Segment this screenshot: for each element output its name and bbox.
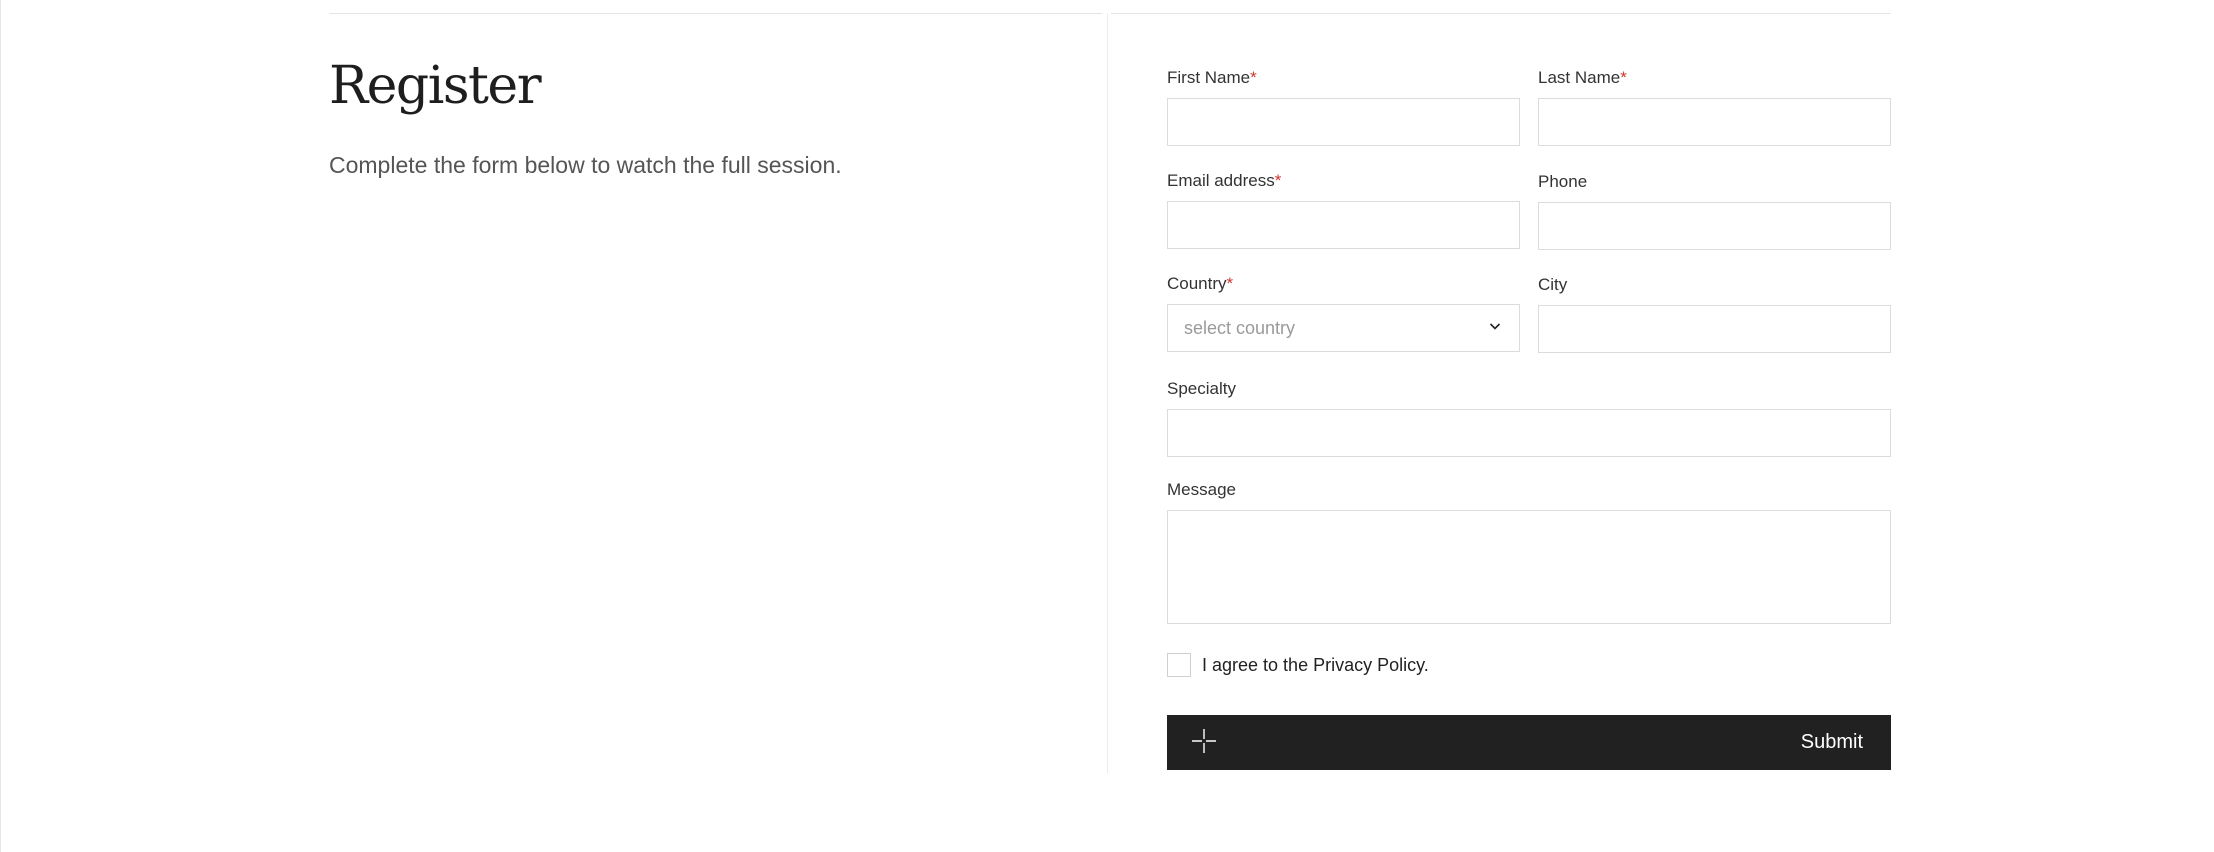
required-marker: * [1250, 68, 1257, 87]
message-label: Message [1167, 480, 1236, 499]
required-marker: * [1620, 68, 1627, 87]
last-name-input[interactable] [1538, 98, 1891, 146]
register-page: Register Complete the form below to watc… [0, 0, 2214, 852]
phone-input[interactable] [1538, 202, 1891, 250]
submit-label: Submit [1800, 731, 1863, 753]
column-divider [1107, 13, 1108, 773]
page-title: Register [329, 56, 542, 116]
required-marker: * [1274, 171, 1282, 190]
chevron-down-icon [1487, 318, 1503, 339]
privacy-consent: I agree to the Privacy Policy. [1167, 653, 1429, 677]
top-divider-left [329, 13, 1102, 14]
page-subtitle: Complete the form below to watch the ful… [329, 152, 842, 178]
phone-label: Phone [1538, 172, 1588, 191]
first-name-field: First Name* [1167, 67, 1520, 146]
specialty-field: Specialty [1167, 378, 1891, 457]
submit-button[interactable]: Submit [1167, 715, 1891, 770]
city-label: City [1538, 275, 1568, 294]
specialty-label: Specialty [1167, 379, 1236, 398]
country-label: Country* [1167, 274, 1234, 293]
country-select-placeholder: select country [1184, 317, 1296, 338]
email-field: Email address* [1167, 170, 1520, 249]
privacy-checkbox[interactable] [1167, 653, 1191, 677]
crosshair-icon [1191, 728, 1217, 757]
specialty-input[interactable] [1167, 409, 1891, 457]
first-name-input[interactable] [1167, 98, 1520, 146]
last-name-label: Last Name* [1538, 68, 1627, 87]
city-field: City [1538, 274, 1891, 353]
country-select[interactable]: select country [1167, 304, 1520, 352]
privacy-consent-label: I agree to the Privacy Policy. [1202, 654, 1429, 675]
city-input[interactable] [1538, 305, 1891, 353]
first-name-label: First Name* [1167, 68, 1257, 87]
last-name-field: Last Name* [1538, 67, 1891, 146]
email-input[interactable] [1167, 201, 1520, 249]
registration-form: First Name* Last Name* Email address* Ph… [1167, 0, 1891, 852]
message-textarea[interactable] [1167, 510, 1891, 624]
phone-field: Phone [1538, 171, 1891, 250]
required-marker: * [1226, 274, 1234, 293]
message-field: Message [1167, 479, 1891, 624]
email-label: Email address* [1167, 171, 1282, 190]
country-field: Country* select country [1167, 273, 1520, 352]
